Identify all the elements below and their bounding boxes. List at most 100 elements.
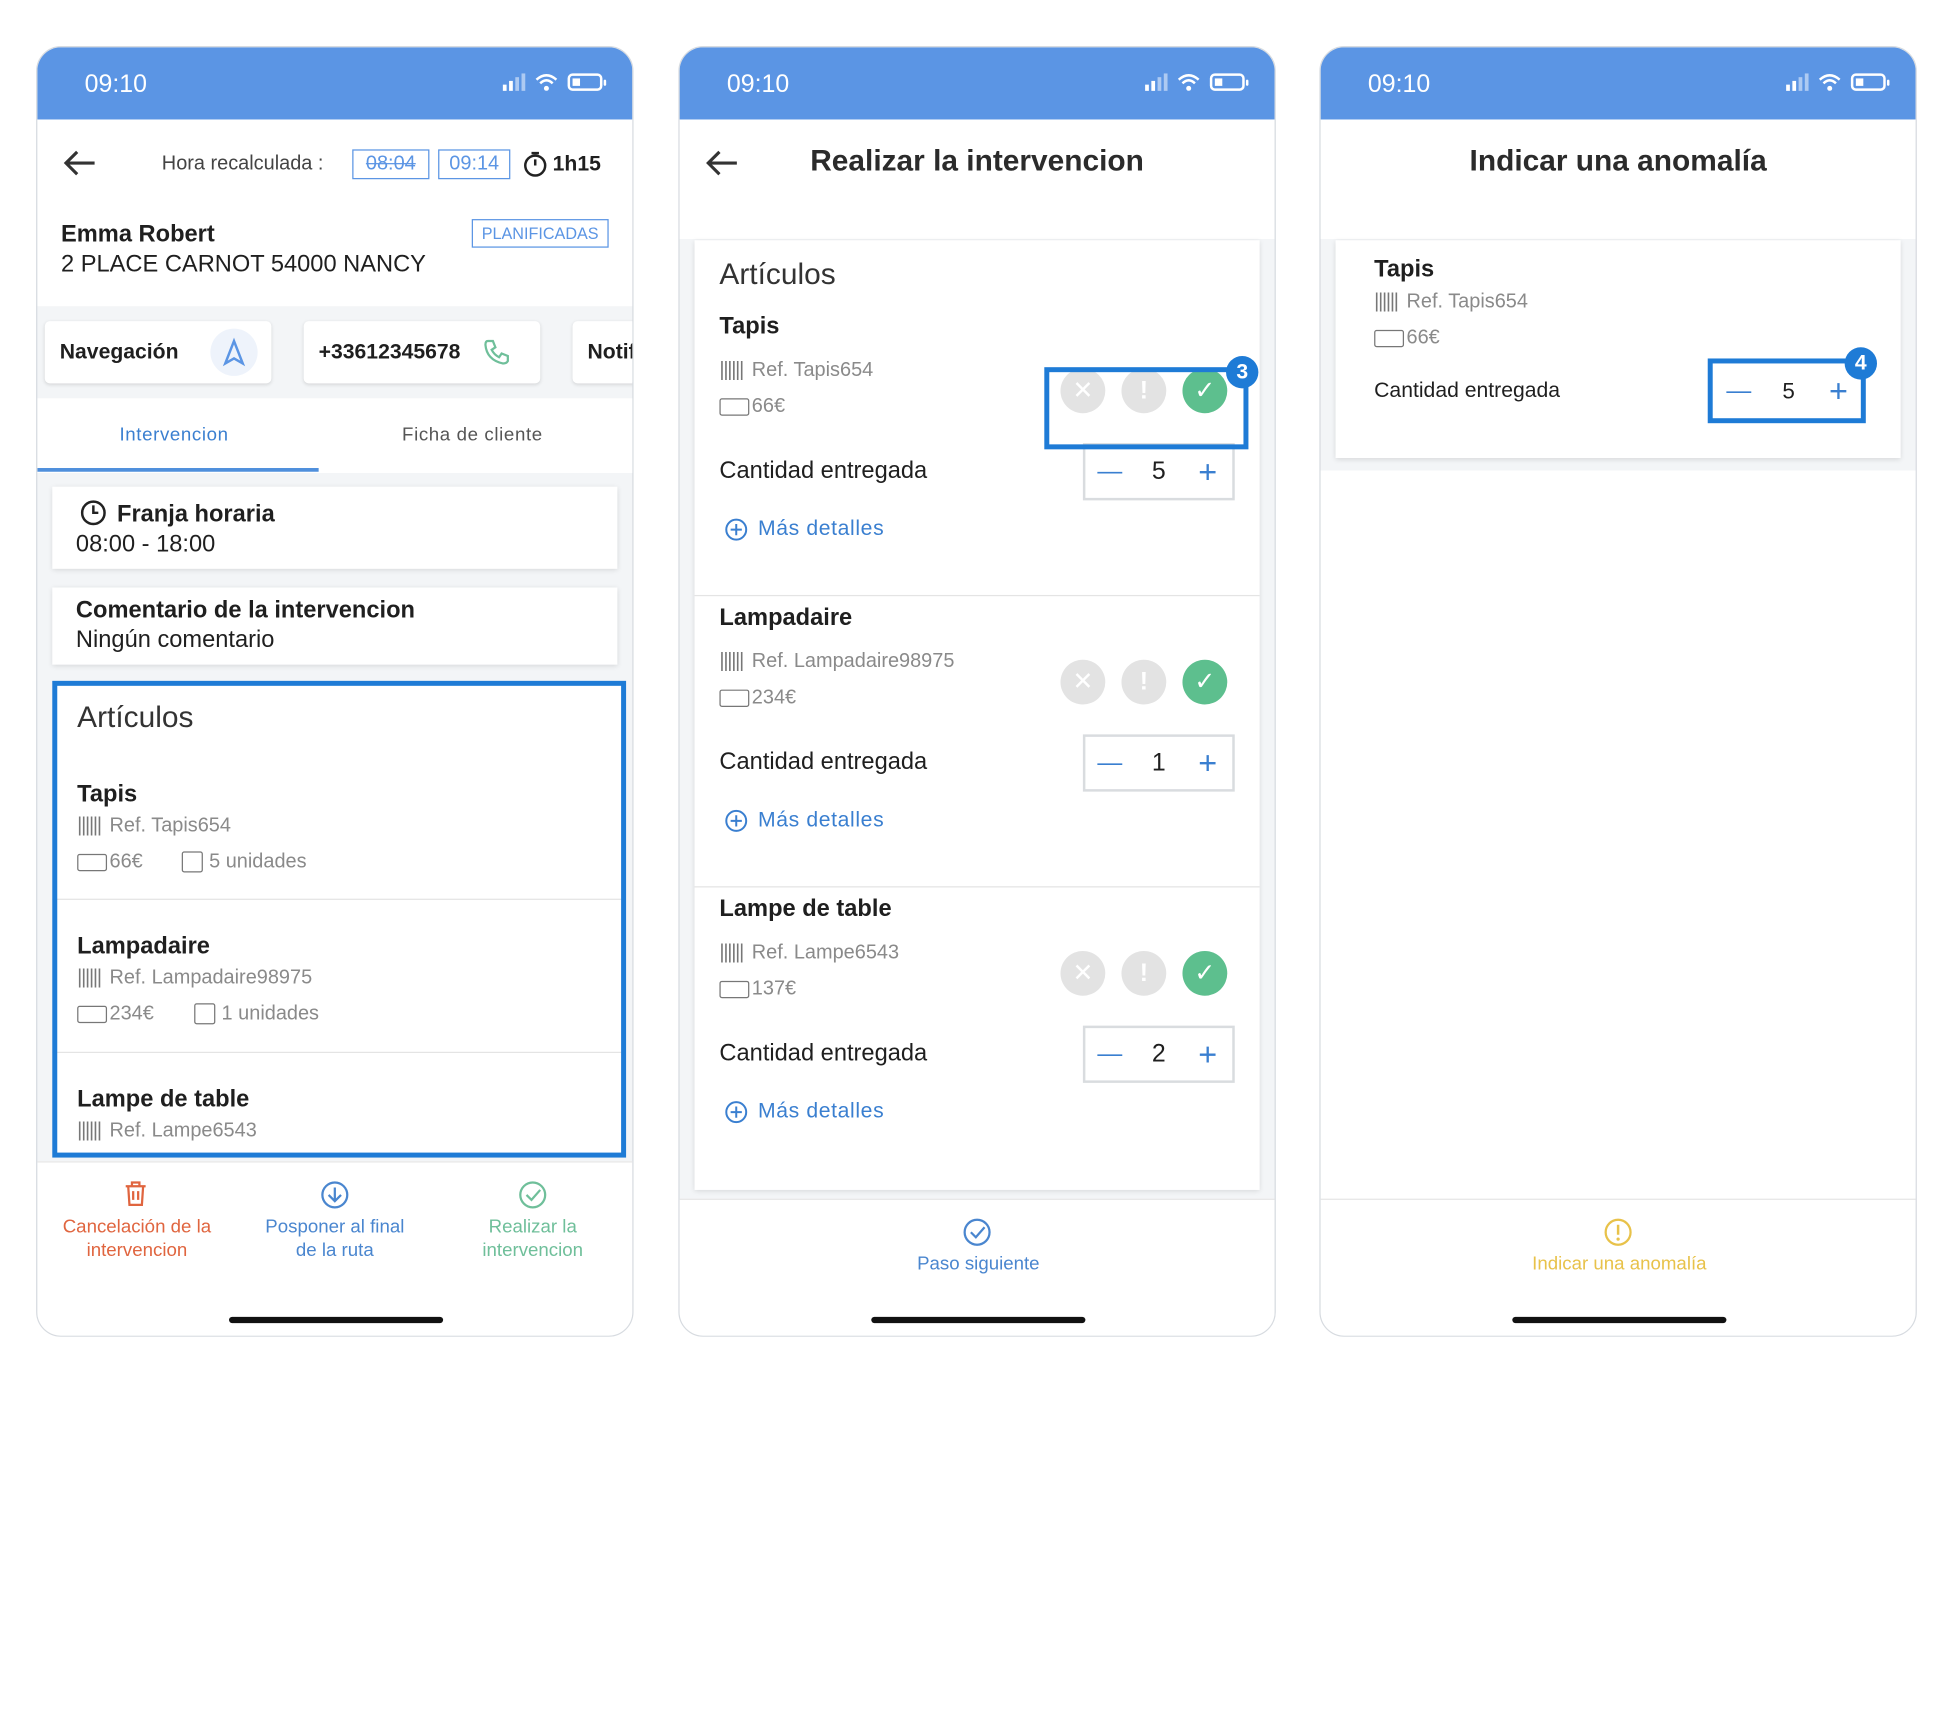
article-ref: Ref. Lampadaire98975: [751, 650, 955, 673]
article-price: 234€: [751, 687, 797, 709]
back-arrow-icon[interactable]: [62, 149, 97, 176]
cancel-label-line1: Cancelación de la: [62, 1216, 212, 1238]
phone-screen-anomaly: 09:10 Indicar una anomalía Tapis |||||| …: [1319, 46, 1917, 1337]
status-badge: PLANIFICADAS: [471, 219, 609, 248]
plus-icon[interactable]: +: [1183, 1035, 1232, 1074]
article-name: Lampe de table: [719, 896, 892, 923]
plus-icon[interactable]: +: [1183, 452, 1232, 491]
article-ref: Ref. Tapis654: [751, 359, 874, 381]
barcode-icon: ||||||: [719, 359, 744, 381]
validate-button[interactable]: ✓: [1182, 659, 1228, 705]
anomaly-button[interactable]: !: [1121, 659, 1167, 705]
status-icons: [1145, 73, 1249, 91]
header: Hora recalculada : 08:04 09:14 1h15 Emma…: [37, 119, 633, 307]
article-ref: Ref. Lampe6543: [751, 942, 900, 964]
franja-card: Franja horaria 08:00 - 18:00: [52, 486, 618, 569]
check-circle-icon: [519, 1181, 547, 1209]
plus-circle-icon: [725, 809, 748, 832]
trash-icon: [125, 1181, 146, 1206]
money-icon: [719, 398, 750, 416]
more-details-link[interactable]: Más detalles: [758, 517, 884, 542]
page-title: Realizar la intervencion: [810, 144, 1144, 178]
franja-title: Franja horaria: [117, 501, 275, 528]
hora-recalculada-label: Hora recalculada :: [161, 153, 324, 175]
postpone-button[interactable]: Posponer al final de la ruta: [241, 1215, 428, 1262]
navigation-label: Navegación: [59, 339, 179, 364]
quantity-stepper[interactable]: — 5 +: [1082, 443, 1235, 501]
client-address: 2 PLACE CARNOT 54000 NANCY: [60, 251, 426, 278]
article-price: 66€: [1406, 327, 1440, 349]
home-indicator: [871, 1316, 1086, 1324]
realize-label-line1: Realizar la: [488, 1216, 577, 1238]
stopwatch-icon: [524, 151, 547, 177]
indicate-anomaly-button[interactable]: Indicar una anomalía: [1470, 1252, 1769, 1276]
status-bar: 09:10: [1320, 47, 1916, 120]
tab-intervencion[interactable]: Intervencion: [119, 424, 228, 445]
quantity-stepper[interactable]: — 2 +: [1082, 1025, 1235, 1083]
comment-card: Comentario de la intervencion Ningún com…: [52, 587, 618, 665]
barcode-icon: ||||||: [1374, 291, 1399, 313]
tab-ficha-de-cliente[interactable]: Ficha de cliente: [402, 424, 543, 445]
postpone-label-line1: Posponer al final: [265, 1216, 405, 1238]
money-icon: [719, 689, 750, 707]
header: Indicar una anomalía: [1320, 119, 1916, 239]
notif-button[interactable]: Notif: [572, 321, 633, 384]
status-time: 09:10: [1367, 70, 1431, 99]
home-indicator: [1512, 1316, 1727, 1324]
phone-number: +33612345678: [318, 339, 461, 364]
quantity-label: Cantidad entregada: [1374, 378, 1561, 403]
minus-icon[interactable]: —: [1085, 457, 1134, 486]
cancel-intervention-button[interactable]: Cancelación de la intervencion: [45, 1215, 229, 1262]
check-circle-icon: [963, 1218, 991, 1246]
reject-button[interactable]: ✕: [1060, 950, 1106, 996]
signal-icon: [502, 73, 526, 91]
article-name: Lampadaire: [719, 604, 853, 632]
more-details-link[interactable]: Más detalles: [758, 808, 884, 833]
phone-icon: [484, 339, 509, 365]
quantity-value[interactable]: 1: [1134, 749, 1183, 778]
navigation-button[interactable]: Navegación: [44, 321, 272, 384]
tab-bar: Intervencion Ficha de cliente: [37, 398, 633, 473]
download-circle-icon: [321, 1181, 349, 1209]
battery-icon: [1209, 73, 1249, 91]
more-details-link[interactable]: Más detalles: [758, 1099, 884, 1124]
reject-button[interactable]: ✕: [1060, 659, 1106, 705]
quantity-label: Cantidad entregada: [719, 458, 928, 485]
empty-area: [1320, 470, 1916, 1199]
minus-icon[interactable]: —: [1085, 1040, 1134, 1069]
next-step-button[interactable]: Paso siguiente: [854, 1252, 1103, 1276]
phone-screen-realize: 09:10 Realizar la intervencion Artículos…: [678, 46, 1276, 1337]
barcode-icon: ||||||: [719, 650, 744, 673]
validate-button[interactable]: ✓: [1182, 950, 1228, 996]
tab-indicator: [37, 468, 319, 472]
battery-icon: [1850, 73, 1890, 91]
barcode-icon: ||||||: [719, 942, 744, 964]
article-name: Tapis: [719, 313, 780, 340]
article-price: 137€: [751, 978, 797, 1000]
quantity-stepper[interactable]: — 1 +: [1082, 734, 1235, 792]
article-name: Tapis: [1374, 256, 1435, 283]
phone-button[interactable]: +33612345678: [303, 321, 541, 384]
step-badge: 4: [1844, 347, 1878, 380]
client-name: Emma Robert: [60, 221, 215, 248]
money-icon: [719, 980, 750, 999]
realize-intervention-button[interactable]: Realizar la intervencion: [441, 1215, 625, 1262]
quantity-value[interactable]: 5: [1134, 457, 1183, 486]
status-bar: 09:10: [679, 47, 1275, 120]
plus-icon[interactable]: +: [1183, 744, 1232, 783]
signal-icon: [1145, 73, 1168, 91]
stage: 09:10 Hora recalculada : 08:04 09:14 1h1…: [0, 0, 1941, 1710]
quantity-value[interactable]: 2: [1134, 1040, 1183, 1069]
clock-icon: [80, 500, 106, 526]
money-icon: [1374, 329, 1405, 348]
status-time: 09:10: [84, 70, 147, 99]
franja-value: 08:00 - 18:00: [75, 531, 216, 558]
header: Realizar la intervencion: [679, 119, 1275, 239]
quantity-label: Cantidad entregada: [719, 1040, 928, 1067]
new-time: 09:14: [438, 149, 511, 180]
wifi-icon: [1177, 74, 1200, 91]
anomaly-button[interactable]: !: [1121, 950, 1167, 996]
comment-value: Ningún comentario: [75, 627, 275, 654]
wifi-icon: [1818, 74, 1841, 91]
minus-icon[interactable]: —: [1085, 749, 1134, 778]
